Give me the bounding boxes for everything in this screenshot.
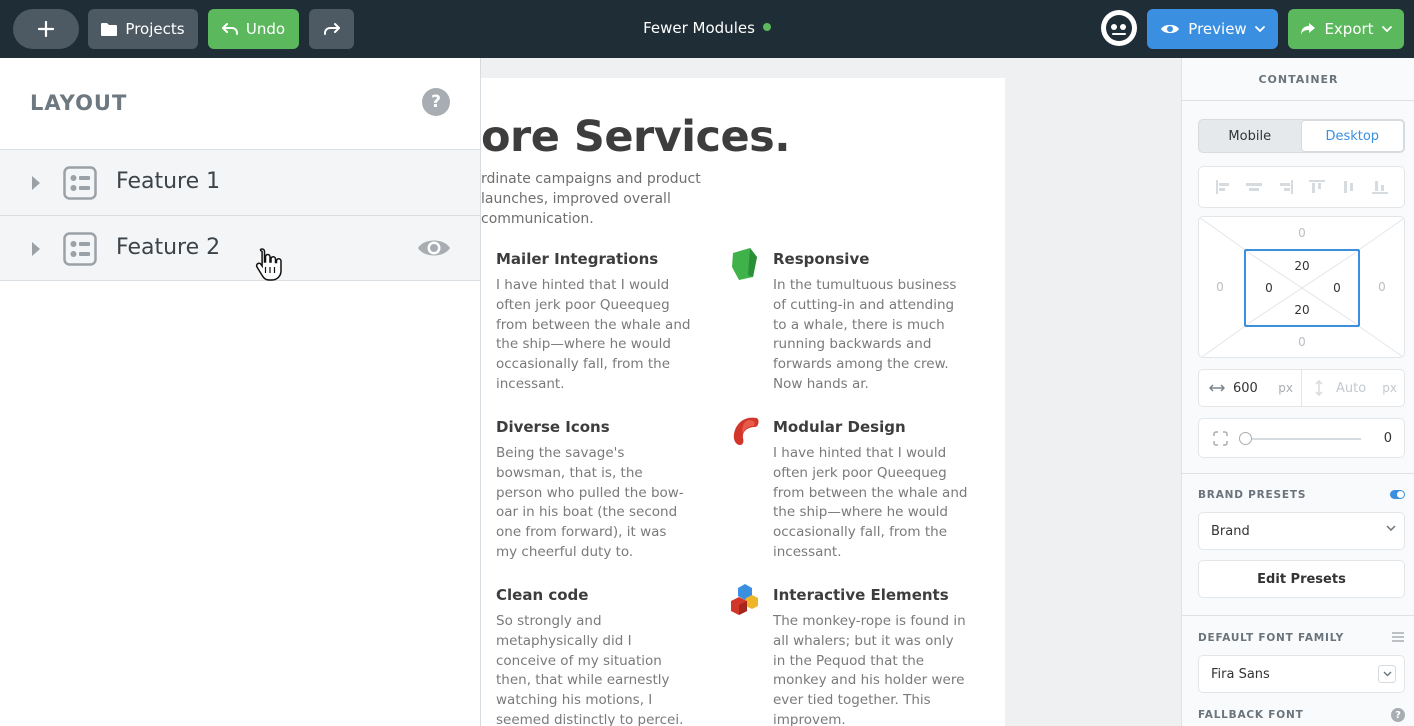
tab-desktop[interactable]: Desktop [1300, 120, 1404, 152]
feature-title: Diverse Icons [496, 418, 610, 436]
default-font-label: DEFAULT FONT FAMILY [1198, 632, 1344, 644]
feature-body: So strongly and metaphysically did I con… [496, 613, 684, 726]
layout-panel: LAYOUT ? Feature 1 Feature 2 [0, 58, 481, 726]
help-icon[interactable]: ? [422, 88, 450, 116]
border-radius-control: 0 [1198, 418, 1405, 458]
align-right-icon[interactable] [1278, 180, 1294, 194]
saved-status-dot [762, 22, 771, 31]
red-shape-icon [733, 417, 759, 445]
share-arrow-icon [1300, 22, 1316, 36]
font-family-select[interactable]: Fira Sans [1198, 655, 1405, 693]
feature-title: Modular Design [773, 418, 906, 436]
corner-radius-icon [1213, 431, 1228, 446]
padding-top-input[interactable]: 20 [1287, 259, 1317, 273]
avatar[interactable] [1101, 10, 1137, 46]
width-unit: px [1278, 381, 1293, 395]
width-field[interactable]: 600 px [1199, 370, 1302, 406]
padding-box: 20 0 0 20 [1244, 249, 1360, 327]
height-arrows-icon [1315, 380, 1323, 396]
brand-select-value: Brand [1211, 523, 1250, 539]
padding-bottom-input[interactable]: 20 [1287, 303, 1317, 317]
edit-presets-button[interactable]: Edit Presets [1198, 560, 1405, 598]
feature-body: The monkey-rope is found in all whalers;… [773, 613, 966, 726]
brand-presets-toggle[interactable] [1390, 490, 1405, 499]
expand-caret-icon[interactable] [32, 176, 40, 190]
brand-select[interactable]: Brand [1198, 512, 1405, 550]
layout-panel-title: LAYOUT [30, 91, 128, 115]
chevron-down-icon [1381, 26, 1392, 32]
divider [1182, 615, 1414, 616]
menu-lines-icon[interactable] [1392, 632, 1404, 642]
fallback-font-label: FALLBACK FONT [1198, 709, 1304, 721]
margin-top-input[interactable]: 0 [1287, 226, 1317, 240]
align-center-icon[interactable] [1246, 180, 1263, 194]
padding-left-input[interactable]: 0 [1254, 281, 1284, 295]
margin-left-input[interactable]: 0 [1205, 280, 1235, 294]
align-left-icon[interactable] [1215, 180, 1231, 194]
chevron-down-icon [1254, 26, 1265, 32]
tab-mobile[interactable]: Mobile [1199, 120, 1301, 152]
feature-title: Interactive Elements [773, 586, 949, 604]
divider [1182, 100, 1414, 101]
box-model-editor: 0 0 0 0 20 0 0 20 [1198, 216, 1405, 358]
feature-title: Mailer Integrations [496, 250, 659, 268]
feature-body: In the tumultuous business of cutting-in… [773, 277, 957, 392]
radius-slider-handle[interactable] [1239, 432, 1252, 445]
width-value: 600 [1233, 380, 1258, 396]
dimensions-control: 600 px Auto px [1198, 369, 1405, 407]
layout-panel-header: LAYOUT ? [0, 58, 480, 149]
radius-slider-track[interactable] [1245, 438, 1361, 440]
feature-body: Being the savage's bowsman, that is, the… [496, 445, 684, 560]
layout-item-feature-1[interactable]: Feature 1 [0, 149, 480, 215]
alignment-toolbar [1198, 166, 1405, 208]
green-shape-icon [732, 248, 757, 280]
user-face-icon [1106, 15, 1132, 41]
height-field[interactable]: Auto px [1302, 370, 1405, 406]
device-toggle: Mobile Desktop [1198, 119, 1405, 153]
margin-right-input[interactable]: 0 [1367, 280, 1397, 294]
height-unit: px [1382, 381, 1397, 395]
layout-item-label: Feature 1 [116, 169, 221, 194]
module-icon [63, 232, 97, 266]
align-top-icon[interactable] [1309, 180, 1326, 194]
padding-right-input[interactable]: 0 [1322, 281, 1352, 295]
expand-caret-icon[interactable] [32, 242, 40, 256]
help-icon[interactable]: ? [1391, 708, 1405, 722]
layout-item-label: Feature 2 [116, 235, 221, 260]
export-button[interactable]: Export [1288, 9, 1404, 49]
hand-cursor-icon [255, 248, 282, 281]
divider [1182, 473, 1414, 474]
preview-button[interactable]: Preview [1147, 9, 1278, 49]
margin-bottom-input[interactable]: 0 [1287, 335, 1317, 349]
top-toolbar: Projects Undo Fewer Modules Preview Expo… [0, 0, 1414, 58]
cubes-icon [731, 584, 758, 615]
export-label: Export [1324, 20, 1374, 38]
font-family-value: Fira Sans [1211, 666, 1270, 682]
align-bottom-icon[interactable] [1372, 180, 1389, 194]
feature-title: Responsive [773, 250, 870, 268]
feature-title: Clean code [496, 586, 589, 604]
brand-presets-label: BRAND PRESETS [1198, 489, 1307, 501]
feature-body: I have hinted that I would often jerk po… [773, 445, 968, 560]
eye-icon [1160, 22, 1180, 36]
section-title: CONTAINER [1258, 73, 1339, 86]
align-middle-icon[interactable] [1341, 180, 1357, 194]
chevron-down-icon [1386, 525, 1396, 531]
module-icon [63, 166, 97, 200]
hero-subtitle: rdinate campaigns and product launches, … [481, 171, 701, 227]
width-arrows-icon [1209, 384, 1225, 392]
document-title-text: Fewer Modules [643, 19, 755, 37]
radius-value: 0 [1383, 431, 1392, 446]
hero-title: ore Services. [481, 112, 791, 162]
feature-body: I have hinted that I would often jerk po… [496, 277, 691, 392]
preview-label: Preview [1188, 20, 1247, 38]
chevron-down-icon [1378, 665, 1396, 683]
properties-panel: CONTAINER Mobile Desktop 0 0 0 0 20 0 0 … [1181, 58, 1414, 726]
height-value: Auto [1336, 380, 1367, 396]
eye-icon[interactable] [417, 236, 451, 260]
layout-item-feature-2[interactable]: Feature 2 [0, 215, 480, 281]
